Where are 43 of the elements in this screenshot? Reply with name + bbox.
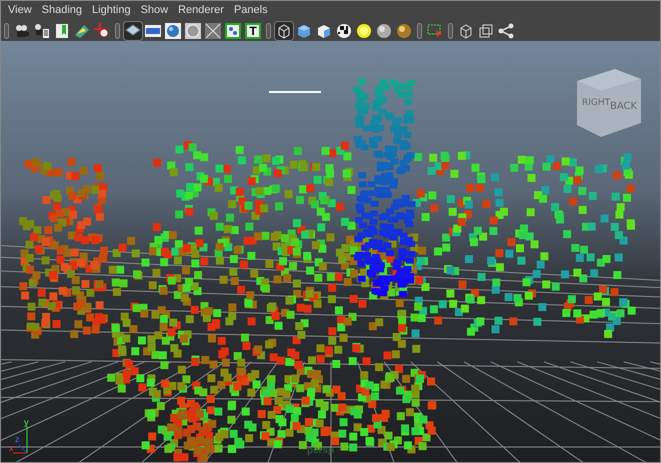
point-cloud-column-top-drawing	[353, 78, 416, 142]
axis-indicator-drawing: y x z	[9, 417, 28, 454]
toolbar-separator	[417, 22, 422, 38]
share-nodes-icon	[498, 22, 514, 38]
film-strip-icon	[145, 22, 161, 38]
wire-cube-icon	[276, 22, 292, 38]
camera-icon	[14, 22, 30, 38]
toolbar-separator	[115, 22, 120, 38]
overlapping-squares-icon	[478, 22, 494, 38]
checker-ball-icon	[336, 22, 352, 38]
cube-icon	[296, 22, 312, 38]
circle-frame-icon	[185, 22, 201, 38]
horizon-mark	[269, 91, 321, 93]
menu-item[interactable]: Show	[136, 5, 172, 16]
toolbar-separator	[448, 22, 453, 38]
grid-plane-icon	[125, 22, 141, 38]
toolbar-separator	[266, 22, 271, 38]
camera-list-icon	[34, 22, 50, 38]
menu-item[interactable]: Lighting	[88, 5, 135, 16]
menu-item[interactable]: View	[4, 5, 36, 16]
sphere-icon	[165, 22, 181, 38]
toolbar-button[interactable]	[223, 20, 243, 40]
wire-cube-icon	[458, 22, 474, 38]
toolbar-separator	[4, 22, 9, 38]
toolbar-button[interactable]	[274, 20, 294, 40]
ball-icon	[376, 22, 392, 38]
cube-icon	[316, 22, 332, 38]
menu-item[interactable]: Panels	[230, 5, 272, 16]
menu-item[interactable]: Shading	[38, 5, 86, 16]
light-ball-icon	[356, 22, 372, 38]
menu-item[interactable]: Renderer	[174, 5, 228, 16]
cross-box-icon	[205, 22, 221, 38]
text-toggle-button[interactable]: T	[243, 20, 263, 40]
toolbar-button[interactable]	[203, 20, 223, 40]
marquee-select-icon	[427, 22, 443, 38]
bookmark-icon	[54, 22, 70, 38]
toolbar-button[interactable]	[163, 20, 183, 40]
toolbar-button[interactable]	[123, 20, 143, 40]
toolbar-button[interactable]	[183, 20, 203, 40]
dots-box-icon	[225, 22, 241, 38]
image-plane-icon	[74, 22, 90, 38]
ball-icon	[396, 22, 412, 38]
crosshair-magnifier-icon	[94, 22, 110, 38]
